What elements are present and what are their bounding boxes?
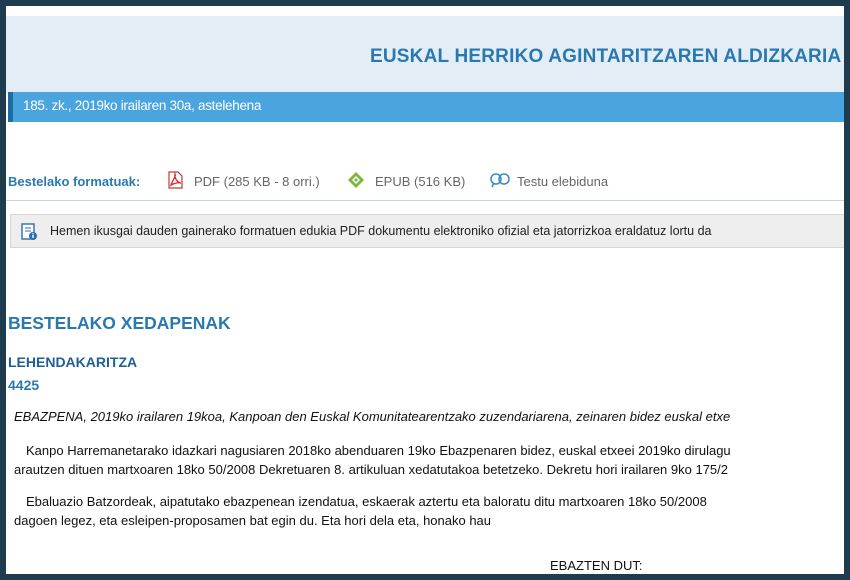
bilingual-link[interactable]: Testu elebiduna [517,174,608,189]
epub-icon[interactable] [347,170,365,190]
paragraph-1-line-1: Kanpo Harremanetarako idazkari nagusiare… [26,443,731,458]
paragraph-2-line-1: Ebaluazio Batzordeak, aipatutako ebazpen… [26,494,707,509]
bilingual-icon[interactable] [489,170,511,190]
gazette-title: EUSKAL HERRIKO AGINTARITZAREN ALDIZKARIA [370,46,842,67]
paragraph-2-line-2: dagoen legez, eta esleipen-proposamen ba… [14,513,492,528]
resolve-heading: EBAZTEN DUT: [550,558,643,573]
document-number: 4425 [8,377,40,393]
paragraph-1-line-2: arautzen dituen martxoaren 18ko 50/2008 … [14,462,729,477]
notice-text: Hemen ikusgai dauden gainerako formatuen… [50,224,712,238]
department-title: LEHENDAKARITZA [8,354,138,370]
pdf-link[interactable]: PDF (285 KB - 8 orri.) [194,174,320,189]
pdf-icon[interactable] [166,170,184,190]
formats-label: Bestelako formatuak: [8,174,141,189]
issue-date: 185. zk., 2019ko irailaren 30a, astelehe… [23,98,262,113]
section-title: BESTELAKO XEDAPENAK [8,313,231,333]
page-frame: EUSKAL HERRIKO AGINTARITZAREN ALDIZKARIA… [6,6,844,574]
epub-link[interactable]: EPUB (516 KB) [375,174,465,189]
resolution-summary: EBAZPENA, 2019ko irailaren 19koa, Kanpoa… [14,409,731,424]
info-document-icon [21,223,37,240]
